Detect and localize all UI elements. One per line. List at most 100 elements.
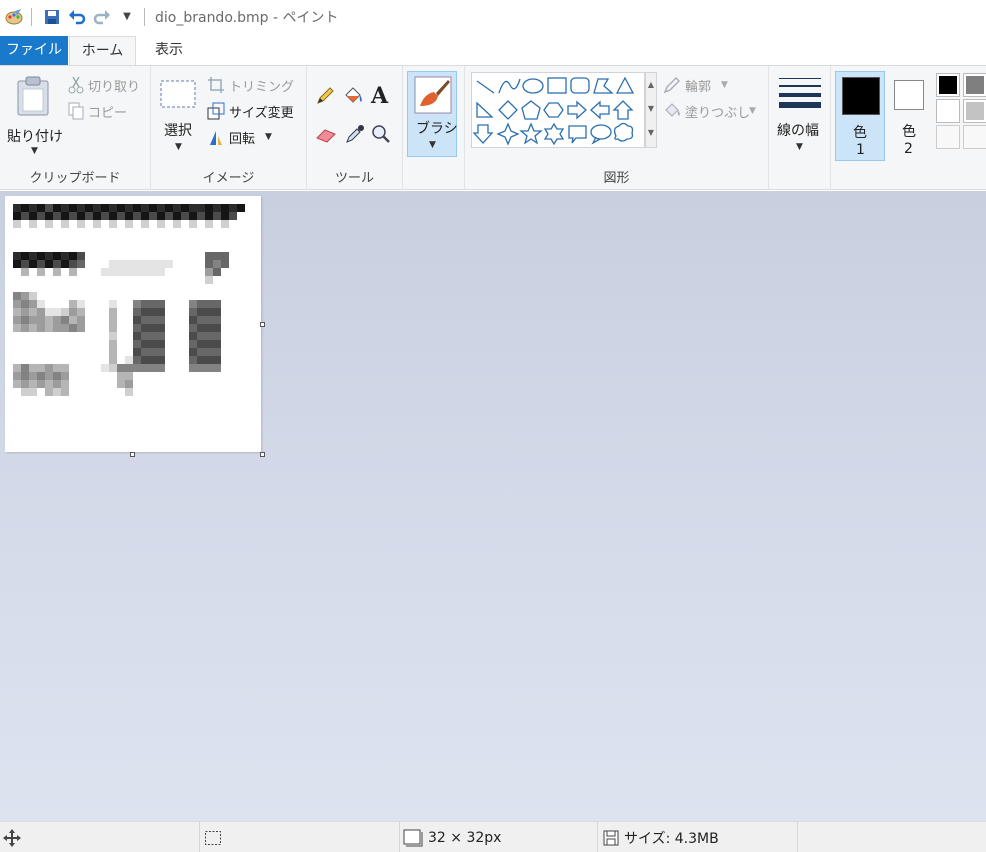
canvas-pixel [213,252,221,260]
palette-swatch-empty[interactable] [963,125,986,149]
copy-icon [68,102,84,120]
scroll-up-icon[interactable]: ▲ [646,73,656,97]
resize-icon [207,102,225,120]
tab-file[interactable]: ファイル [0,36,68,65]
color-picker-icon[interactable] [345,124,365,148]
resize-handle-corner[interactable] [260,452,265,457]
paste-button[interactable]: 貼り付け ▼ [4,72,64,156]
fill-icon [665,103,680,117]
canvas-pixel [141,324,149,332]
clipboard-group-label: クリップボード [29,171,121,186]
fill-button[interactable]: 塗りつぶし ▼ [663,100,767,122]
palette-swatch-black[interactable] [936,73,960,97]
brush-label: ブラシ [416,121,458,137]
canvas-pixel [45,308,53,316]
tab-home[interactable]: ホーム [69,36,136,66]
resize-button[interactable]: サイズ変更 [207,100,303,122]
palette-swatch-white[interactable] [936,99,960,123]
canvas-pixel [133,316,141,324]
palette-swatch-gray[interactable] [963,73,986,97]
canvas-pixel [141,204,149,212]
rotate-button[interactable]: 回転 ▼ [207,126,303,148]
redo-icon[interactable] [91,6,113,28]
canvas-pixel [181,204,189,212]
resize-handle-bottom[interactable] [130,452,135,457]
canvas-pixel [157,340,165,348]
canvas-pixel [53,268,61,276]
crop-button[interactable]: トリミング [207,74,303,96]
undo-icon[interactable] [66,6,88,28]
color2-button[interactable]: 色 2 [891,71,931,161]
canvas-pixel [141,340,149,348]
canvas-pixel [61,316,69,324]
ribbon: 貼り付け ▼ 切り取り コピー クリップボード 選択 ▼ トリミング サイズ変更 [0,65,986,190]
canvas-pixel [109,212,117,220]
oval-callout-shape-icon [590,124,612,145]
paint-palette-icon[interactable] [3,6,25,28]
brush-button[interactable]: ブラシ ▼ [407,71,458,157]
chevron-down-icon: ▼ [721,80,728,90]
save-icon[interactable] [41,6,63,28]
color1-button[interactable]: 色 1 [835,71,885,161]
color2-swatch [894,80,924,110]
canvas-pixel [213,212,221,220]
canvas-pixel [205,276,213,284]
tab-view[interactable]: 表示 [140,36,198,65]
fill-bucket-icon[interactable] [343,86,365,110]
canvas-pixel [13,364,21,372]
drawing-canvas[interactable] [5,196,261,452]
canvas-pixel [157,300,165,308]
canvas-pixel [189,332,197,340]
canvas-pixel [133,300,141,308]
save-icon [603,830,619,845]
canvas-pixel [21,308,29,316]
canvas-pixel [53,204,61,212]
canvas-pixel [213,308,221,316]
shapes-gallery[interactable] [471,72,645,148]
canvas-pixel [53,212,61,220]
palette-swatch-light-gray[interactable] [963,99,986,123]
outline-button[interactable]: 輪郭 ▼ [663,74,763,96]
color2-label-a: 色 [902,124,916,140]
canvas-pixel [141,300,149,308]
rotate-label: 回転 [229,132,256,147]
canvas-pixel [77,212,85,220]
canvas-pixel [125,380,133,388]
canvas-pixel [125,220,133,228]
canvas-pixel [117,204,125,212]
canvas-pixel [141,260,149,268]
customize-dropdown-icon[interactable]: ▼ [116,6,138,28]
canvas-pixel [101,212,109,220]
canvas-pixel [45,316,53,324]
gallery-expand-icon[interactable]: ▼ [646,121,656,145]
canvas-pixel [149,300,157,308]
canvas-pixel [205,300,213,308]
canvas-pixel [45,260,53,268]
cut-button[interactable]: 切り取り [68,74,146,96]
canvas-pixel [189,220,197,228]
line-width-button[interactable]: 線の幅 ▼ [773,72,827,158]
canvas-pixel [45,380,53,388]
canvas-workspace[interactable] [0,191,986,821]
text-icon[interactable]: A [371,83,388,109]
resize-handle-right[interactable] [260,322,265,327]
canvas-pixel [109,348,117,356]
copy-button[interactable]: コピー [68,100,146,122]
palette-swatch-empty[interactable] [936,125,960,149]
up-arrow-shape-icon [612,100,634,120]
shapes-gallery-icons [472,76,635,146]
canvas-pixel [197,324,205,332]
magnifier-icon[interactable] [371,124,391,148]
eraser-icon[interactable] [315,126,337,148]
shapes-group: ▲ ▼ ▼ 輪郭 ▼ 塗りつぶし ▼ 図形 [465,66,769,190]
select-button[interactable]: 選択 ▼ [157,74,201,158]
pencil-icon[interactable] [315,86,335,110]
scroll-down-icon[interactable]: ▼ [646,97,656,121]
canvas-pixel [133,204,141,212]
canvas-pixel [197,348,205,356]
canvas-pixel [45,364,53,372]
canvas-pixel [77,300,85,308]
canvas-pixel [125,372,133,380]
rounded-rectangle-shape-icon [570,77,590,94]
shapes-scrollbar[interactable]: ▲ ▼ ▼ [645,72,657,148]
